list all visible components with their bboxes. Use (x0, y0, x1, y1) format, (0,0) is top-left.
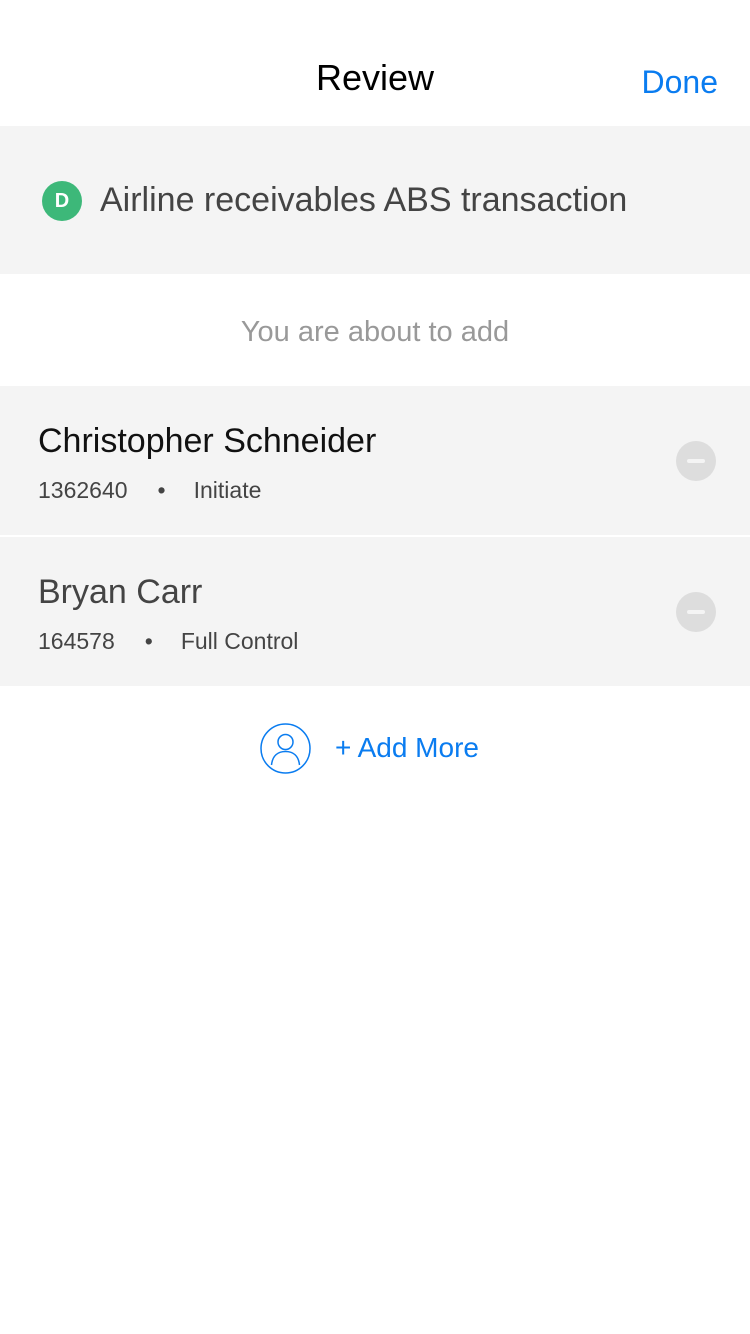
deal-badge: D (42, 181, 82, 221)
user-icon (260, 722, 311, 774)
review-screen: Review Done D Airline receivables ABS tr… (0, 0, 750, 1334)
separator-dot: • (157, 477, 166, 503)
list-item: Bryan Carr 164578 • Full Control (0, 537, 750, 686)
add-more-button[interactable]: + Add More (260, 722, 479, 774)
add-more-label: + Add More (335, 732, 479, 763)
list-item: Christopher Schneider 1362640 • Initiate (0, 386, 750, 535)
user-name: Bryan Carr (38, 573, 203, 611)
deal-header: D Airline receivables ABS transaction (0, 126, 750, 274)
user-name: Christopher Schneider (38, 422, 377, 460)
separator-dot: • (144, 628, 153, 654)
user-meta: 1362640 • Initiate (38, 473, 261, 507)
user-meta: 164578 • Full Control (38, 624, 298, 658)
deal-title: Airline receivables ABS transaction (100, 181, 628, 219)
user-id: 164578 (38, 628, 115, 654)
user-permission: Initiate (193, 477, 262, 503)
user-id: 1362640 (38, 477, 128, 503)
user-permission: Full Control (180, 628, 299, 654)
page-title: Review (315, 57, 435, 98)
remove-user-button[interactable] (676, 592, 716, 632)
remove-user-button[interactable] (676, 441, 716, 481)
navigation-bar: Review Done (0, 0, 750, 126)
done-button[interactable]: Done (642, 60, 719, 104)
section-label: You are about to add (240, 316, 510, 348)
